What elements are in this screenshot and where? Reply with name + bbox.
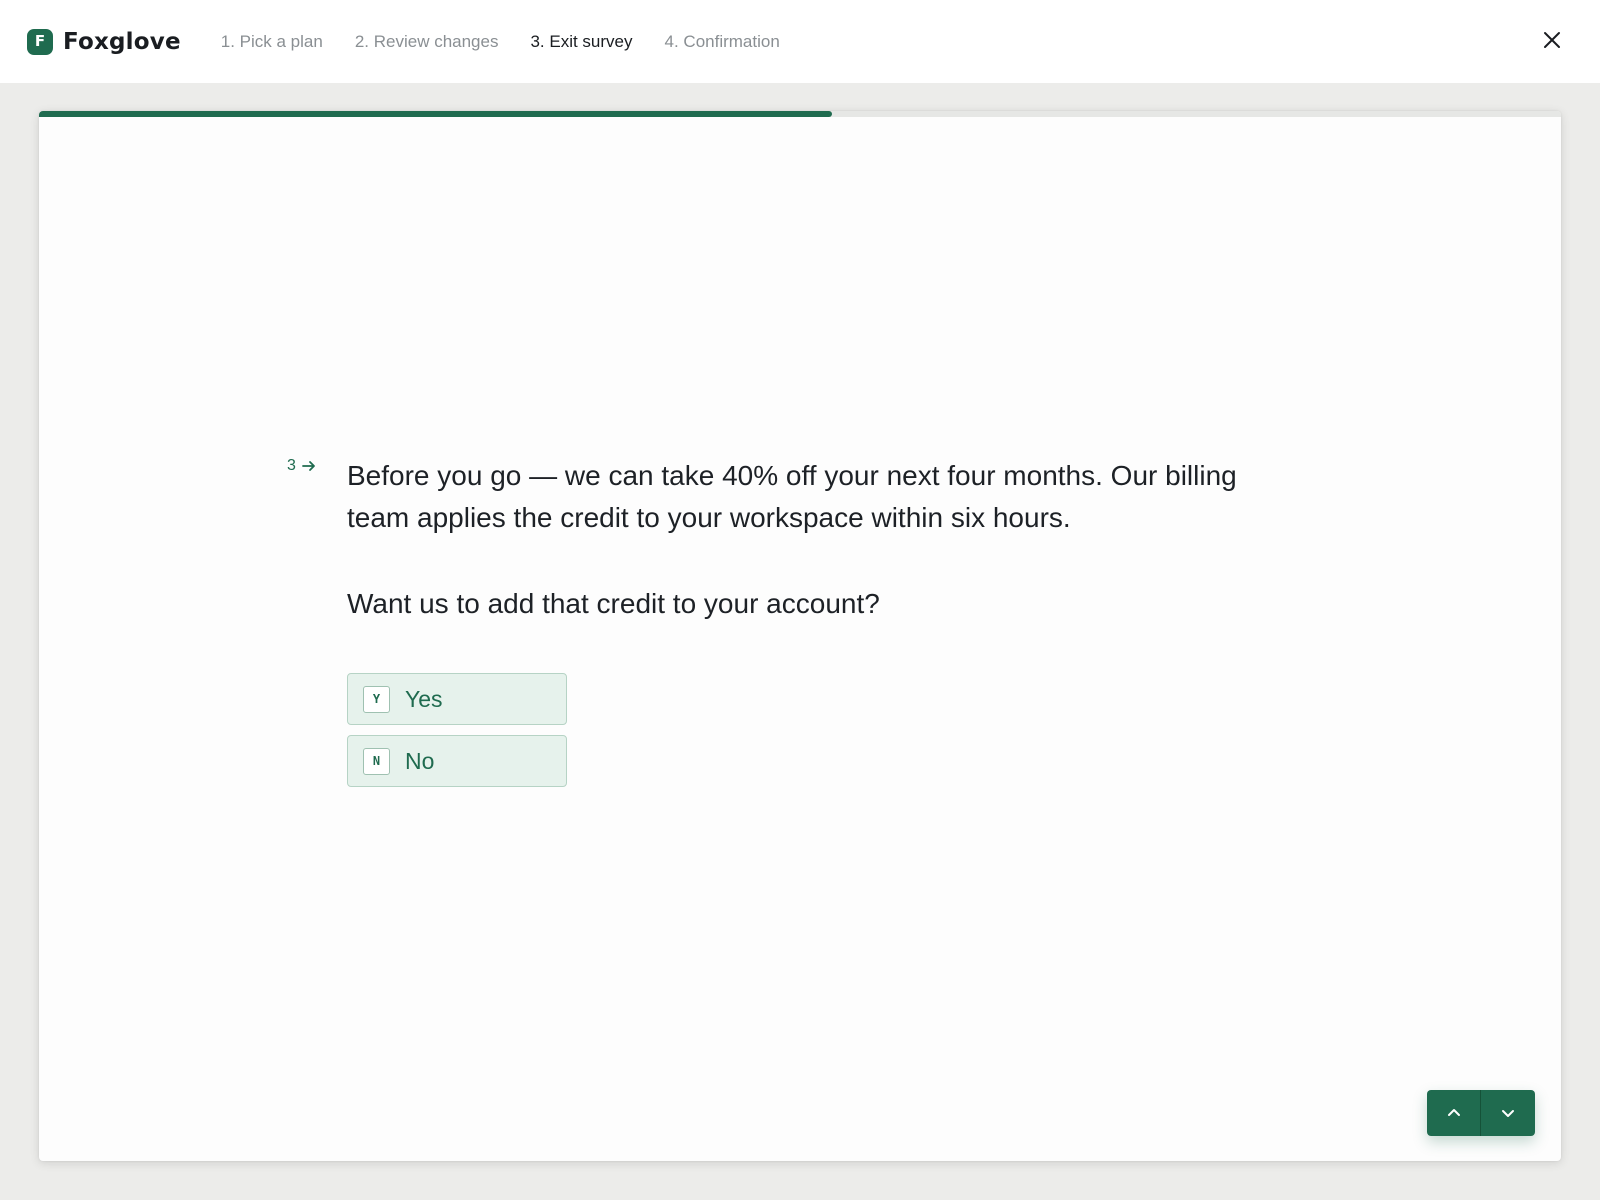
survey-card: 3 Before you go — we can take 40% off yo… xyxy=(39,111,1561,1161)
choice-yes[interactable]: Y Yes xyxy=(347,673,567,725)
progress-bar xyxy=(39,111,1561,117)
arrow-right-icon xyxy=(302,461,315,471)
choice-key-badge: Y xyxy=(363,685,390,713)
choice-no[interactable]: N No xyxy=(347,735,567,787)
step-review-changes[interactable]: 2. Review changes xyxy=(355,32,499,52)
question-subtext: Want us to add that credit to your accou… xyxy=(347,588,880,619)
chevron-down-icon xyxy=(1502,1110,1514,1117)
brand-name: Foxglove xyxy=(63,28,181,55)
question-text: Before you go — we can take 40% off your… xyxy=(347,460,1237,533)
choice-label: No xyxy=(405,747,435,774)
previous-question-button[interactable] xyxy=(1427,1090,1481,1136)
question-navigation xyxy=(1427,1090,1535,1136)
step-nav: 1. Pick a plan 2. Review changes 3. Exit… xyxy=(197,32,788,52)
step-exit-survey[interactable]: 3. Exit survey xyxy=(530,32,632,52)
next-question-button[interactable] xyxy=(1481,1090,1535,1136)
close-button[interactable] xyxy=(1540,28,1564,52)
brand-logo-letter: F xyxy=(34,32,46,50)
brand[interactable]: F Foxglove xyxy=(27,28,181,55)
step-confirmation[interactable]: 4. Confirmation xyxy=(665,32,780,52)
chevron-up-icon xyxy=(1447,1109,1460,1116)
progress-fill xyxy=(39,111,832,117)
brand-logo-icon: F xyxy=(27,28,53,55)
choice-list: Y Yes N No xyxy=(347,673,567,797)
close-icon xyxy=(1544,32,1560,48)
step-pick-plan[interactable]: 1. Pick a plan xyxy=(221,32,323,52)
choice-key-badge: N xyxy=(363,747,390,775)
choice-label: Yes xyxy=(405,685,443,712)
question-number-label: 3 xyxy=(287,457,296,474)
top-bar: F Foxglove 1. Pick a plan 2. Review chan… xyxy=(0,0,1600,83)
question-number: 3 xyxy=(287,457,316,475)
